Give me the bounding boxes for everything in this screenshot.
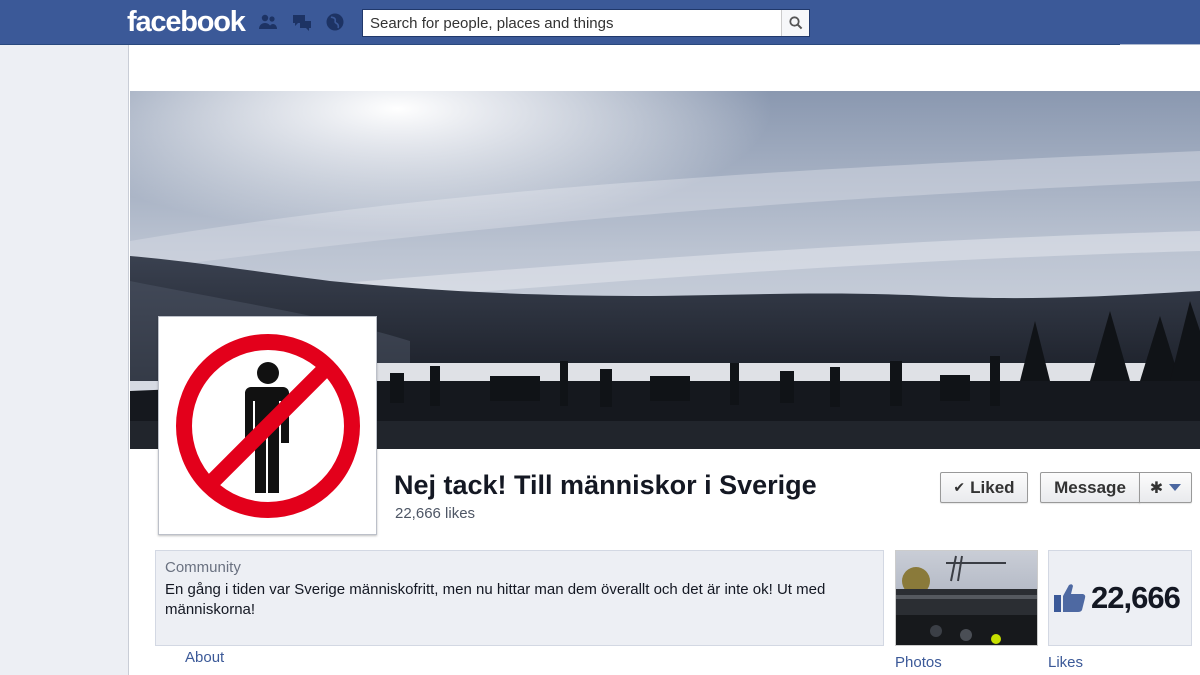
- thumbs-up-icon: [1054, 584, 1086, 612]
- messages-icon[interactable]: [292, 12, 312, 32]
- page-title: Nej tack! Till människor i Sverige: [394, 470, 817, 500]
- tab-likes[interactable]: Likes: [1048, 654, 1083, 671]
- message-button-label: Message: [1054, 477, 1126, 497]
- left-gutter: [0, 45, 128, 675]
- likes-total: 22,666: [1091, 580, 1181, 615]
- tab-about[interactable]: About: [185, 649, 224, 666]
- likes-summary[interactable]: 22,666: [1048, 550, 1192, 646]
- magnifier-icon: [788, 16, 802, 30]
- globe-icon[interactable]: [325, 12, 345, 32]
- page-category: Community: [165, 559, 241, 576]
- facebook-logo[interactable]: facebook: [127, 6, 246, 39]
- photos-thumbnail[interactable]: [895, 550, 1038, 646]
- friends-icon[interactable]: [258, 12, 278, 32]
- liked-button-label: Liked: [970, 477, 1015, 497]
- caret-down-icon: [1169, 483, 1182, 491]
- page-options-button[interactable]: ✱: [1139, 472, 1192, 503]
- profile-picture[interactable]: [158, 316, 377, 535]
- gear-icon: ✱: [1149, 479, 1164, 497]
- no-people-sign-icon: [175, 333, 360, 518]
- about-summary: Community En gång i tiden var Sverige mä…: [155, 550, 884, 646]
- search-button[interactable]: [781, 10, 809, 36]
- search-bar: [362, 9, 810, 37]
- search-input[interactable]: [363, 10, 781, 36]
- top-bar: facebook: [0, 0, 1200, 45]
- tab-photos[interactable]: Photos: [895, 654, 942, 671]
- liked-button[interactable]: ✔ Liked: [940, 472, 1028, 503]
- checkmark-icon: ✔: [953, 479, 966, 495]
- page-description: En gång i tiden var Sverige människofrit…: [165, 581, 826, 618]
- page-likes-count: 22,666 likes: [395, 505, 476, 522]
- message-button[interactable]: Message: [1040, 472, 1140, 503]
